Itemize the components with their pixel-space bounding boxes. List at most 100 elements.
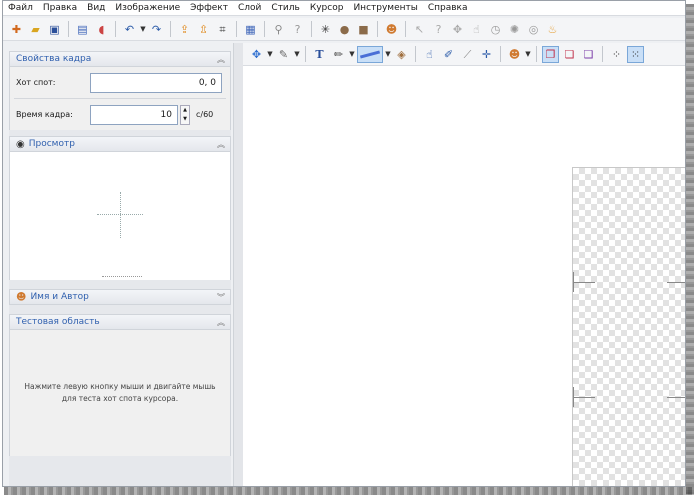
frame-time-stepper[interactable]: ▲ ▼ — [180, 104, 190, 125]
drawing-canvas[interactable] — [243, 66, 685, 486]
question-cursor-icon[interactable]: ? — [430, 21, 447, 38]
save-icon[interactable]: ▣ — [46, 21, 63, 38]
move-cursor-icon[interactable]: ✥ — [449, 21, 466, 38]
expand-icon[interactable]: ︾ — [217, 292, 225, 303]
toolbar-separator — [500, 46, 501, 62]
toolbar-separator — [170, 21, 171, 37]
person-tool-icon[interactable]: ☻ — [506, 46, 523, 63]
torn-edge-shadow-right — [686, 4, 694, 494]
menu-tools[interactable]: Инструменты — [348, 1, 422, 16]
menu-effect[interactable]: Эффект — [185, 1, 233, 16]
menu-edit[interactable]: Правка — [38, 1, 82, 16]
line-tool-icon[interactable] — [357, 45, 383, 63]
toolbar-separator — [536, 46, 537, 62]
menu-image[interactable]: Изображение — [110, 1, 185, 16]
torn-edge-shadow-bottom — [4, 487, 694, 495]
new-file-icon[interactable]: ✚ — [8, 21, 25, 38]
move-tool-icon[interactable]: ✥ — [248, 46, 265, 63]
menu-view[interactable]: Вид — [82, 1, 110, 16]
collapse-icon[interactable]: ︽ — [217, 54, 225, 65]
move-tool-dropdown-icon[interactable]: ▼ — [266, 50, 274, 58]
transparent-canvas-area[interactable] — [572, 167, 685, 486]
crop-icon[interactable]: ⌗ — [214, 21, 231, 38]
redo-icon[interactable]: ↷ — [148, 21, 165, 38]
dots-grid-icon[interactable]: ⁘ — [608, 46, 625, 63]
export-icon[interactable]: ⇪ — [176, 21, 193, 38]
pencil-tool-icon[interactable]: ✏ — [330, 46, 347, 63]
eye-icon: ◉ — [16, 138, 25, 150]
guide-tick — [573, 387, 574, 407]
pen-tool-dropdown-icon[interactable]: ▼ — [293, 50, 301, 58]
toolbar-separator — [305, 46, 306, 62]
export-alt-icon[interactable]: ⇫ — [195, 21, 212, 38]
fire-icon[interactable]: ♨ — [544, 21, 561, 38]
toolbar-separator — [236, 21, 237, 37]
circle-icon[interactable]: ● — [336, 21, 353, 38]
person-icon: ☻ — [16, 291, 27, 303]
test-area[interactable]: Нажмите левую кнопку мыши и двигайте мыш… — [9, 330, 231, 456]
panel-splitter[interactable] — [233, 43, 243, 486]
guide-tick — [667, 282, 685, 283]
help-cursor-icon[interactable]: ? — [289, 21, 306, 38]
toolbar-separator — [68, 21, 69, 37]
effect-icon[interactable]: ✳ — [317, 21, 334, 38]
undo-dropdown-icon[interactable]: ▼ — [139, 25, 147, 33]
import-icon[interactable]: ▤ — [74, 21, 91, 38]
name-author-header[interactable]: ☻ Имя и Автор ︾ — [9, 289, 231, 305]
hotspot-input[interactable]: 0, 0 — [90, 72, 222, 93]
rounded-icon[interactable]: ■ — [355, 21, 372, 38]
menu-layer[interactable]: Слой — [233, 1, 266, 16]
preview-header[interactable]: ◉ Просмотр ︽ — [9, 136, 231, 152]
hand-cursor-icon[interactable]: ☝ — [468, 21, 485, 38]
dots-grid-active-icon[interactable]: ⁙ — [627, 45, 644, 63]
ring-icon[interactable]: ◎ — [525, 21, 542, 38]
fill-tool-icon[interactable]: ◈ — [393, 46, 410, 63]
toolbar-separator — [415, 46, 416, 62]
menu-cursor[interactable]: Курсор — [305, 1, 349, 16]
preview-title: Просмотр — [28, 139, 75, 149]
layers-icon[interactable]: ▦ — [242, 21, 259, 38]
line-tool-dropdown-icon[interactable]: ▼ — [384, 50, 392, 58]
toolbar-separator — [602, 46, 603, 62]
collapse-icon[interactable]: ︽ — [217, 139, 225, 150]
text-tool-icon[interactable]: T — [311, 46, 328, 63]
busy-cursor-icon[interactable]: ✺ — [506, 21, 523, 38]
pencil-tool-dropdown-icon[interactable]: ▼ — [348, 50, 356, 58]
frame-properties-title: Свойства кадра — [16, 54, 92, 64]
sound-icon[interactable]: ◖ — [93, 21, 110, 38]
collapse-icon[interactable]: ︽ — [217, 317, 225, 328]
preview-crosshair-vertical — [120, 192, 121, 238]
left-sidebar: Свойства кадра ︽ Хот спот: 0, 0 Время ка… — [9, 51, 231, 486]
eyedropper-icon[interactable]: ⟋ — [459, 46, 476, 63]
test-area-hint: Нажмите левую кнопку мыши и двигайте мыш… — [24, 382, 216, 403]
layer-front-icon[interactable]: ❐ — [542, 45, 559, 63]
clock-cursor-icon[interactable]: ◷ — [487, 21, 504, 38]
hotspot-label: Хот спот: — [16, 78, 56, 87]
resize-grip[interactable] — [102, 276, 142, 278]
app-window: Файл Правка Вид Изображение Эффект Слой … — [2, 0, 686, 487]
pen-tool-icon[interactable]: ✎ — [275, 46, 292, 63]
arrow-cursor-icon[interactable]: ↖ — [411, 21, 428, 38]
guide-tick — [573, 272, 574, 292]
hand-pointer-icon[interactable]: ☝ — [421, 46, 438, 63]
menu-style[interactable]: Стиль — [266, 1, 304, 16]
undo-icon[interactable]: ↶ — [121, 21, 138, 38]
menu-file[interactable]: Файл — [3, 1, 38, 16]
crosshair-icon[interactable]: ✛ — [478, 46, 495, 63]
menu-help[interactable]: Справка — [423, 1, 473, 16]
frame-properties-header[interactable]: Свойства кадра ︽ — [9, 51, 231, 67]
person-tool-dropdown-icon[interactable]: ▼ — [524, 50, 532, 58]
test-area-title: Тестовая область — [16, 317, 100, 327]
person-icon[interactable]: ☻ — [383, 21, 400, 38]
open-folder-icon[interactable]: ▰ — [27, 21, 44, 38]
main-toolbar: ✚ ▰ ▣ ▤ ◖ ↶ ▼ ↷ ⇪ ⇫ ⌗ ▦ ⚲ ? ✳ ● ■ ☻ ↖ ? … — [3, 18, 685, 41]
line-glyph — [359, 49, 381, 59]
magnifier-icon[interactable]: ⚲ — [270, 21, 287, 38]
frame-time-input[interactable]: 10 — [90, 104, 178, 125]
frame-properties-panel: Хот спот: 0, 0 Время кадра: 10 ▲ ▼ с/60 — [9, 67, 231, 130]
layer-merge-icon[interactable]: ❑ — [580, 46, 597, 63]
layer-back-icon[interactable]: ❏ — [561, 46, 578, 63]
brush-tool-icon[interactable]: ✐ — [440, 46, 457, 63]
test-area-header[interactable]: Тестовая область ︽ — [9, 314, 231, 330]
guide-tick — [573, 282, 595, 283]
